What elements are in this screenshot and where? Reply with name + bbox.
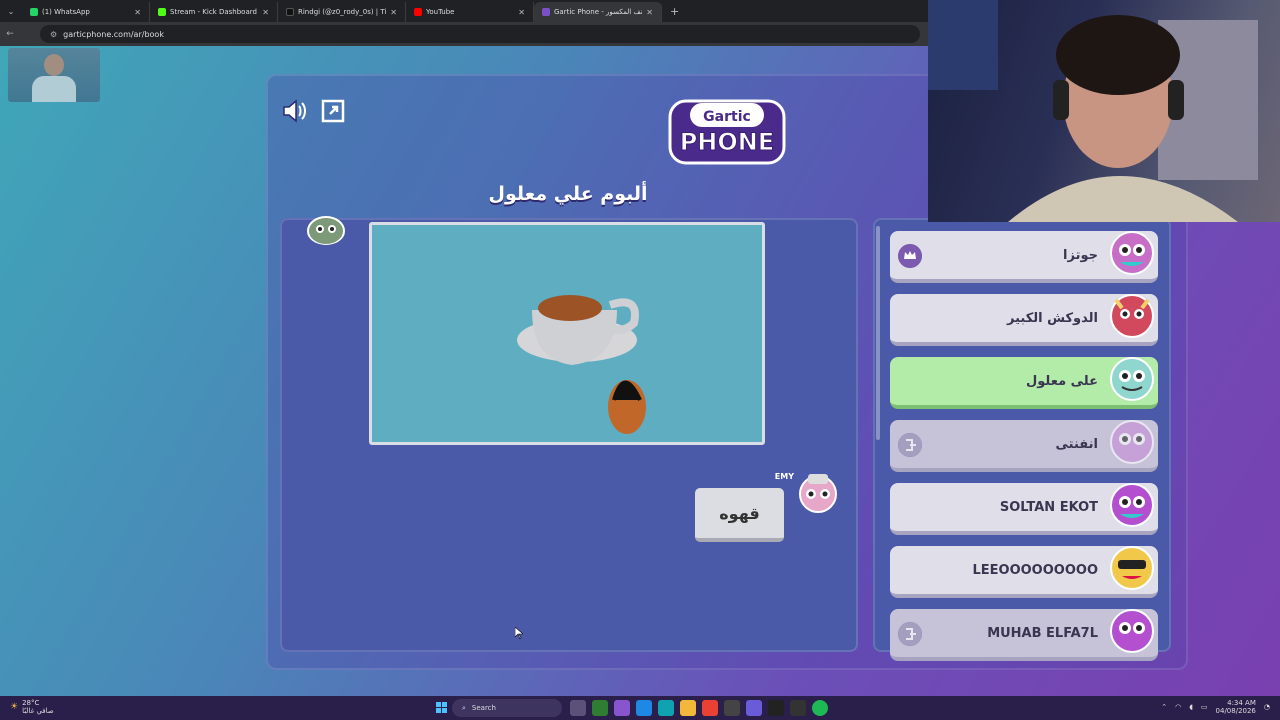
player-avatar (1110, 546, 1154, 590)
weather-text: صافي غالبًا (22, 707, 54, 715)
gartic-icon (542, 8, 550, 16)
temperature: 28°C (22, 699, 40, 707)
player-name: جوتزا (1063, 248, 1098, 263)
windows-start-icon[interactable] (436, 702, 447, 713)
crown-icon (898, 244, 922, 268)
search-placeholder: Search (471, 704, 496, 712)
video-thumbnail (8, 48, 100, 102)
task-view-icon[interactable] (570, 700, 586, 716)
chevron-up-icon[interactable]: ⌃ (1161, 703, 1167, 711)
tab-kick[interactable]: Stream - Kick Dashboard ✕ (150, 2, 278, 22)
player-avatar (1110, 231, 1154, 275)
spotify-icon[interactable] (812, 700, 828, 716)
edge-icon[interactable] (658, 700, 674, 716)
tab-gartic-phone[interactable]: Gartic Phone - لعبة الهاتف المكسور ✕ (534, 2, 662, 22)
guess-bubble: قهوه (695, 488, 784, 542)
site-info-icon[interactable]: ⚙ (50, 30, 57, 39)
player-card[interactable]: جوتزا (890, 231, 1158, 283)
app-icon[interactable] (614, 700, 630, 716)
clock[interactable]: 4:34 AM 04/08/2026 (1216, 699, 1256, 715)
browser-tab-bar: ⌄ (1) WhatsApp ✕ Stream - Kick Dashboard… (0, 0, 928, 22)
player-name: MUHAB ELFA7L (987, 626, 1098, 641)
logo-bottom-text: PHONE (680, 128, 775, 156)
tab-youtube[interactable]: YouTube ✕ (406, 2, 534, 22)
whatsapp-icon (30, 8, 38, 16)
players-scrollbar[interactable] (876, 226, 880, 440)
youtube-icon (414, 8, 422, 16)
player-avatar (1110, 294, 1154, 338)
app-icon[interactable] (592, 700, 608, 716)
taskbar-apps (570, 700, 828, 716)
clock-time: 4:34 AM (1227, 699, 1256, 707)
player-card[interactable]: SOLTAN EKOT (890, 483, 1158, 535)
close-tab-icon[interactable]: ✕ (646, 8, 653, 17)
gartic-phone-logo: Gartic PHONE (668, 99, 786, 165)
guess-player-name: EMY (774, 472, 794, 481)
player-card[interactable]: انفنتى (890, 420, 1158, 472)
webcam-overlay (928, 0, 1280, 222)
address-bar-row: ← ⚙ garticphone.com/ar/book (0, 22, 928, 46)
search-icon: ⌕ (462, 703, 466, 712)
taskbar-search[interactable]: ⌕ Search (452, 699, 562, 717)
battery-icon[interactable]: ▭ (1201, 703, 1208, 711)
tab-whatsapp[interactable]: (1) WhatsApp ✕ (22, 2, 150, 22)
kick-icon (158, 8, 166, 16)
player-avatar (1110, 420, 1154, 464)
album-title: ألبوم علي معلول (488, 183, 648, 205)
player-avatar (1110, 609, 1154, 653)
notification-icon[interactable]: ◔ (1264, 703, 1270, 711)
player-card[interactable]: MUHAB ELFA7L (890, 609, 1158, 661)
tab-tiktok[interactable]: Rindgi (@z0_rody_0s) | TikTok ✕ (278, 2, 406, 22)
fullscreen-icon[interactable] (319, 99, 347, 123)
coffee-drawing (517, 295, 646, 434)
close-tab-icon[interactable]: ✕ (134, 8, 141, 17)
player-avatar (1110, 357, 1154, 401)
player-name: انفنتى (1055, 437, 1098, 452)
back-icon[interactable]: ← (0, 29, 20, 39)
player-name: LEEOOOOOOOOO (972, 563, 1098, 578)
player-name: الدوكش الكبير (1007, 311, 1098, 326)
close-tab-icon[interactable]: ✕ (262, 8, 269, 17)
away-icon (898, 622, 922, 646)
url-text: garticphone.com/ar/book (63, 29, 164, 39)
drawer-avatar (307, 216, 345, 245)
clock-date: 04/08/2026 (1215, 707, 1256, 715)
chrome-icon[interactable] (702, 700, 718, 716)
weather-widget[interactable]: ☀ 28°C صافي غالبًا (10, 699, 54, 715)
app-icon[interactable] (768, 700, 784, 716)
mouse-cursor-icon (515, 627, 523, 639)
drawing-canvas (369, 222, 765, 445)
player-card-current[interactable]: على معلول (890, 357, 1158, 409)
system-tray: ⌃ ◠ ◖ ▭ 4:34 AM 04/08/2026 ◔ (1161, 699, 1270, 715)
close-tab-icon[interactable]: ✕ (390, 8, 397, 17)
new-tab-icon[interactable]: + (670, 5, 679, 18)
tab-search-icon[interactable]: ⌄ (0, 7, 22, 16)
player-card[interactable]: LEEOOOOOOOOO (890, 546, 1158, 598)
windows-taskbar: ☀ 28°C صافي غالبًا ⌕ Search ⌃ ◠ ◖ ▭ 4:34… (0, 696, 1280, 720)
close-tab-icon[interactable]: ✕ (518, 8, 525, 17)
player-card[interactable]: الدوكش الكبير (890, 294, 1158, 346)
player-avatar (1110, 483, 1154, 527)
logo-top-text: Gartic (703, 109, 751, 125)
app-icon[interactable] (724, 700, 740, 716)
app-icon[interactable] (746, 700, 762, 716)
volume-icon[interactable]: ◖ (1189, 703, 1193, 711)
app-icon[interactable] (790, 700, 806, 716)
tiktok-icon (286, 8, 294, 16)
wifi-icon[interactable]: ◠ (1175, 703, 1181, 711)
app-icon[interactable] (636, 700, 652, 716)
sound-icon[interactable] (281, 99, 309, 123)
address-bar[interactable]: ⚙ garticphone.com/ar/book (40, 25, 920, 43)
player-name: SOLTAN EKOT (999, 500, 1098, 515)
player-name: على معلول (1026, 374, 1098, 389)
guess-player-avatar (799, 474, 837, 513)
away-icon (898, 433, 922, 457)
weather-icon: ☀ (10, 702, 19, 712)
file-explorer-icon[interactable] (680, 700, 696, 716)
